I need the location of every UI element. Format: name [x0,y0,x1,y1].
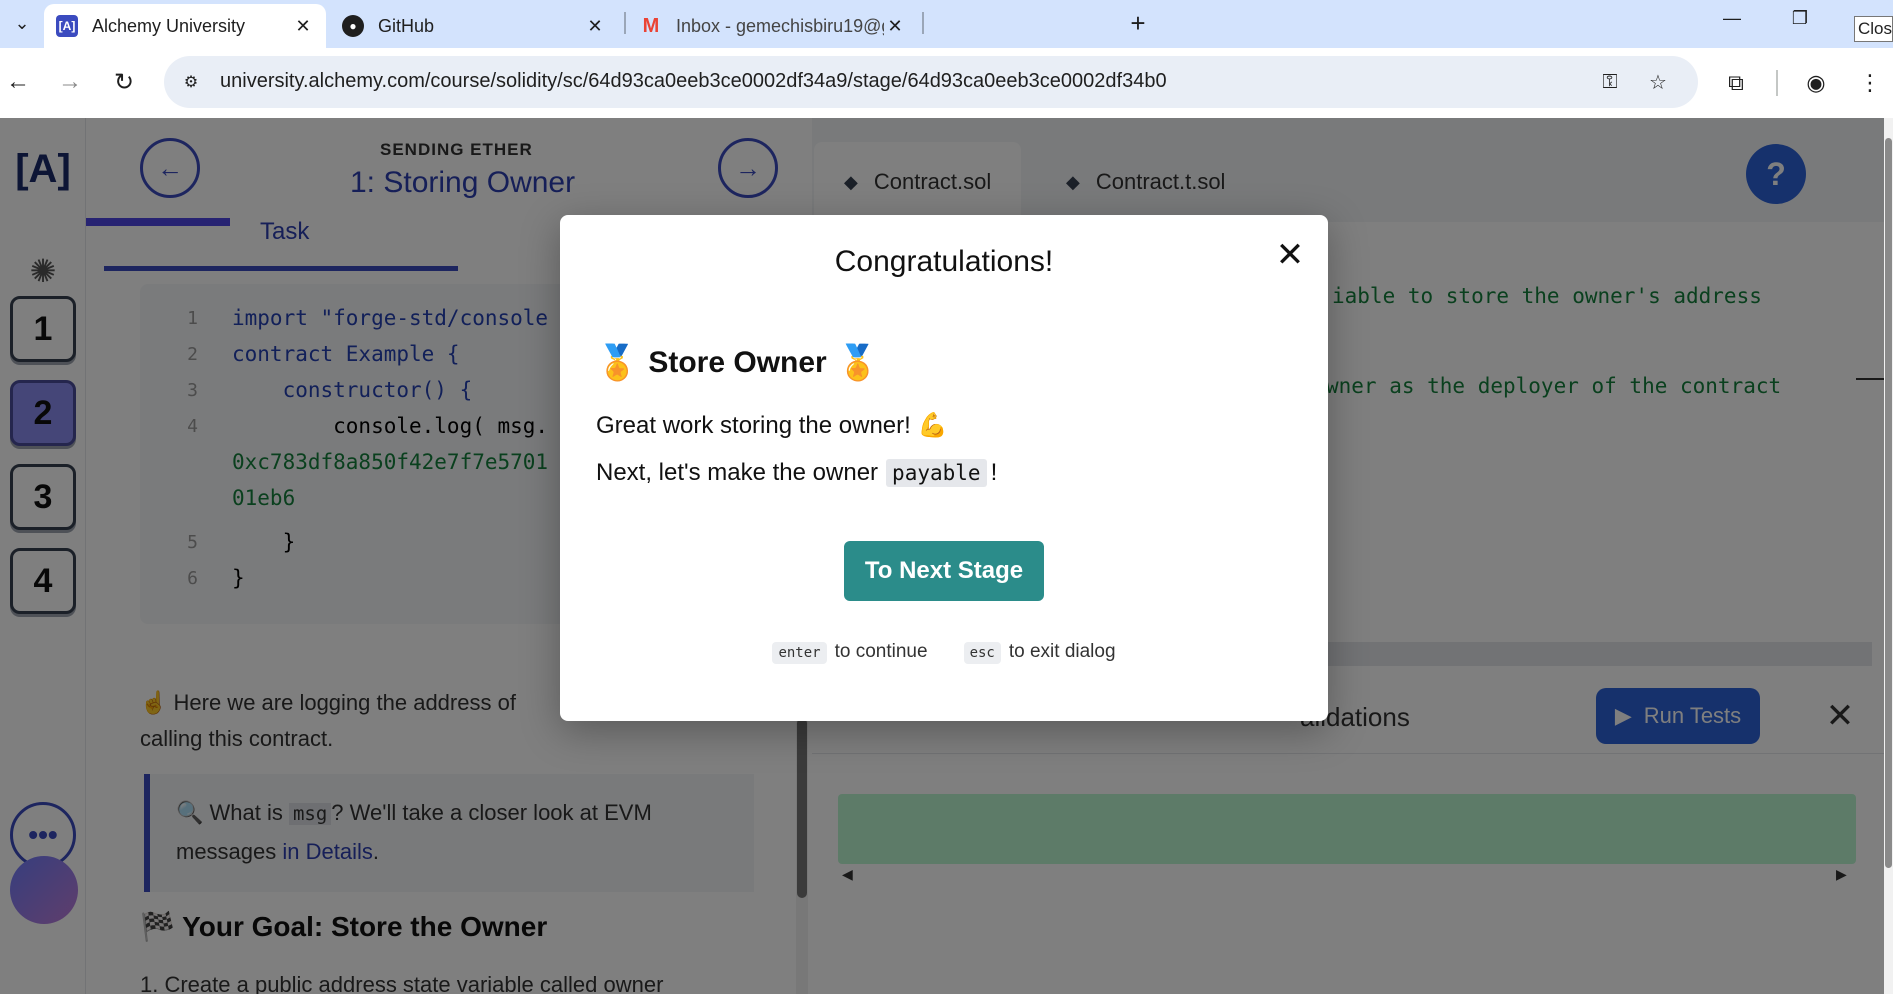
esc-hint: esc to exit dialog [963,641,1116,664]
dialog-text: Next, let's make the owner [596,459,879,486]
extensions-icon[interactable]: ⧉ [1718,65,1754,101]
dialog-message: Next, let's make the owner payable ! [596,459,997,487]
close-icon[interactable]: ✕ [292,15,314,37]
close-icon[interactable]: ✕ [1270,235,1310,275]
enter-hint: enter to continue [772,641,928,664]
achievement-title: Store Owner [648,346,827,379]
medal-icon: 🏅 [836,344,880,382]
dialog-text: ! [990,459,998,486]
github-favicon-icon: ● [342,15,364,37]
tab-github[interactable]: ● GitHub ✕ [330,4,618,48]
dialog-title: Congratulations! [834,245,1054,278]
keyboard-hints: enter to continue esc to exit dialog [560,641,1328,664]
close-icon[interactable]: ✕ [584,15,606,37]
close-icon[interactable]: ✕ [884,15,906,37]
gmail-favicon-icon: M [642,14,660,37]
browser-tab-strip: ⌄ [A] Alchemy University ✕ ● GitHub ✕ M … [0,0,1893,48]
menu-icon[interactable]: ⋮ [1852,65,1888,101]
toolbar-divider [1776,70,1778,96]
tab-separator [922,12,924,34]
tab-search-icon[interactable]: ⌄ [4,6,40,40]
tab-title: Alchemy University [92,15,246,36]
close-window-tooltip: Close [1854,16,1893,42]
browser-toolbar: ← → ↻ ⚙ university.alchemy.com/course/so… [0,48,1893,118]
tab-gmail[interactable]: M Inbox - gemechisbiru19@gmail.com ✕ [628,4,918,48]
back-icon[interactable]: ← [0,64,36,100]
minimize-icon[interactable]: — [1702,0,1762,36]
medal-icon: 🏅 [596,344,639,382]
forward-icon[interactable]: → [52,64,88,100]
reload-icon[interactable]: ↻ [106,64,142,100]
site-info-icon[interactable]: ⚙ [178,69,204,95]
address-bar[interactable]: ⚙ university.alchemy.com/course/solidity… [164,56,1698,108]
tab-alchemy-university[interactable]: [A] Alchemy University ✕ [44,4,326,48]
tab-title: Inbox - gemechisbiru19@gmail.com [676,15,884,36]
page-scrollbar-thumb[interactable] [1885,138,1892,868]
congratulations-dialog: Congratulations! ✕ 🏅 Store Owner 🏅 Great… [560,215,1328,721]
new-tab-icon[interactable]: + [1120,6,1156,40]
key-icon[interactable]: ⚿ [1596,68,1624,96]
hint-text: to exit dialog [1008,641,1116,662]
esc-key: esc [963,642,1001,664]
url-text[interactable]: university.alchemy.com/course/solidity/s… [220,70,1167,93]
alchemy-favicon-icon: [A] [56,15,78,37]
hint-text: to continue [834,641,928,662]
tab-title: GitHub [378,15,435,36]
dialog-message: Great work storing the owner! 💪 [596,412,948,439]
tab-separator [624,12,626,34]
achievement-heading: 🏅 Store Owner 🏅 [596,343,879,383]
bookmark-star-icon[interactable]: ☆ [1644,68,1672,96]
next-stage-button[interactable]: To Next Stage [844,541,1044,601]
profile-icon[interactable]: ◉ [1798,65,1834,101]
restore-icon[interactable]: ❐ [1770,0,1830,36]
enter-key: enter [772,642,827,664]
inline-code: payable [886,459,987,487]
